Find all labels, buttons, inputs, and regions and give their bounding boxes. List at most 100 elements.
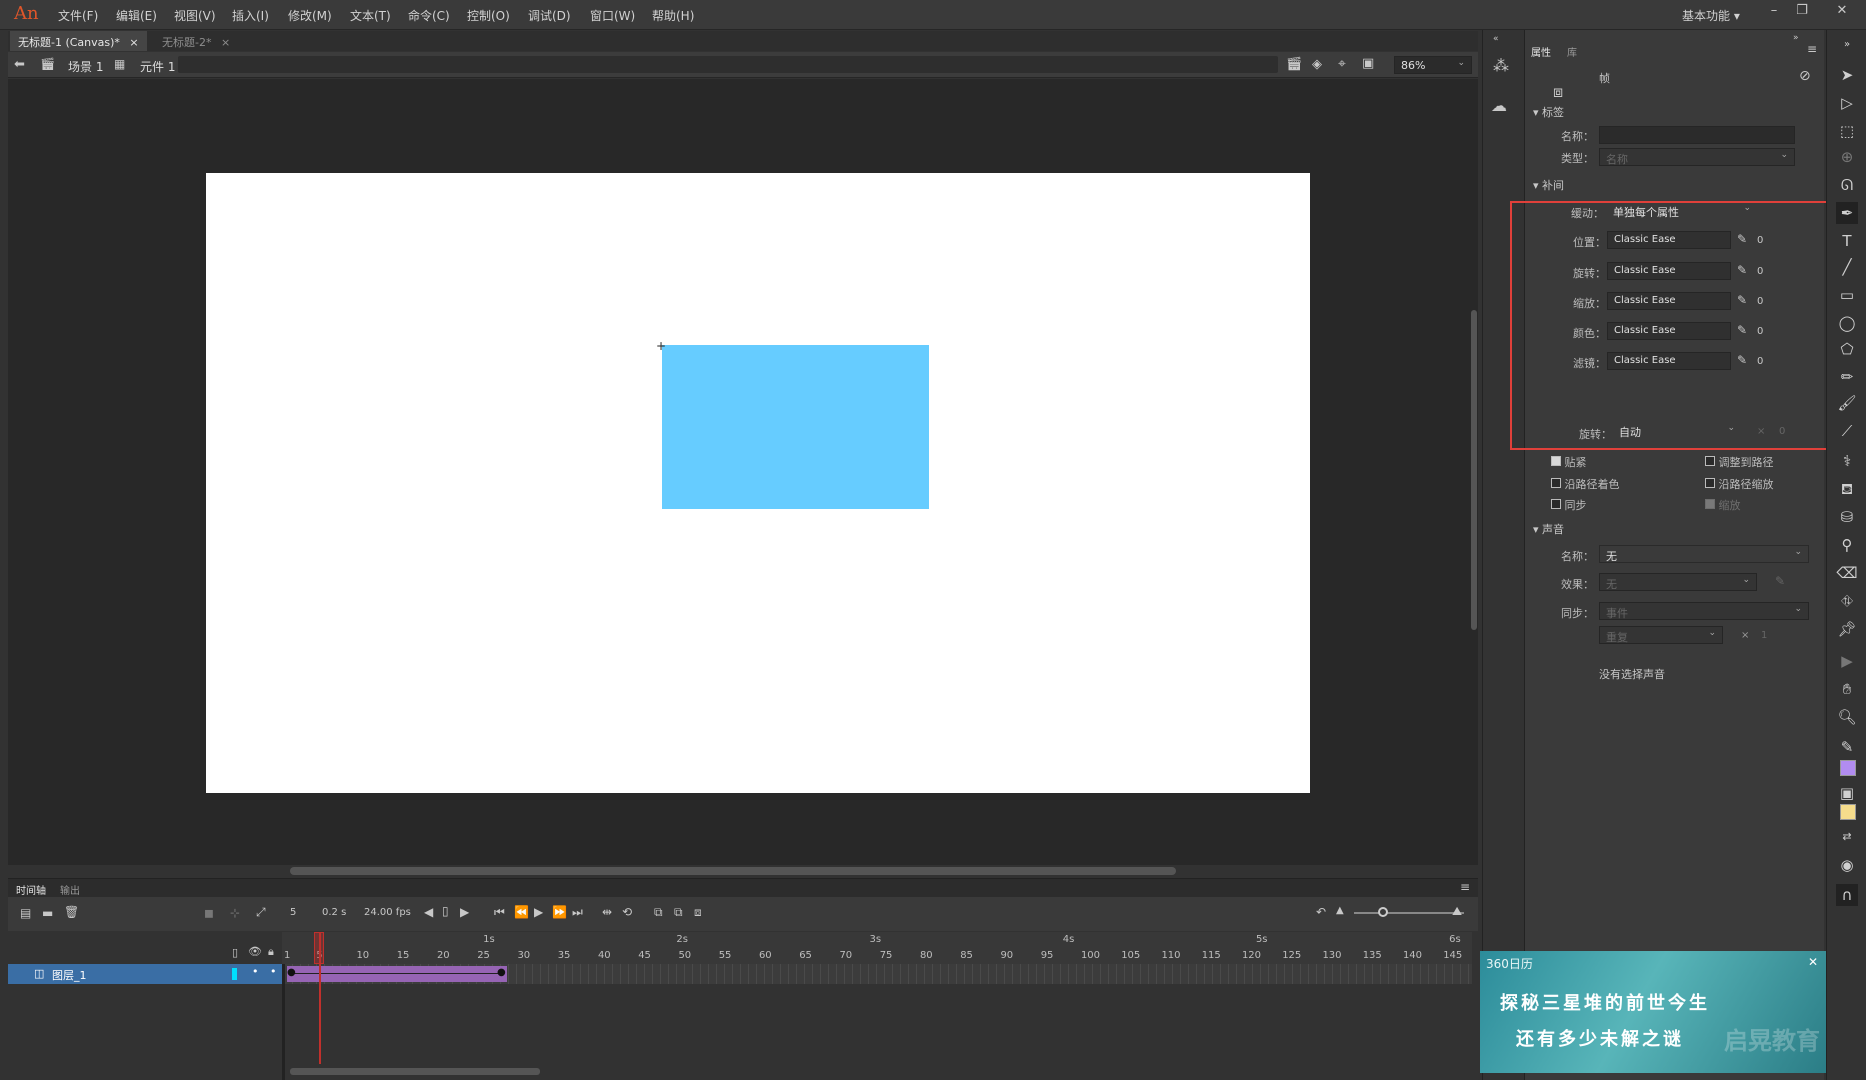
- paint-brush-tool-icon[interactable]: 🖌︎: [1836, 392, 1858, 414]
- width-tool-icon[interactable]: ⛗: [1836, 590, 1858, 612]
- tab-library[interactable]: 库: [1567, 44, 1577, 59]
- onion-skin-outline-icon[interactable]: ⧉: [654, 905, 663, 920]
- checkbox-orient-path[interactable]: 调整到路径: [1705, 454, 1774, 470]
- outline-header-icon[interactable]: ▯: [232, 946, 238, 959]
- prev-icon[interactable]: ◀: [424, 905, 433, 919]
- restore-icon[interactable]: ❐: [1790, 3, 1814, 23]
- back-arrow-icon[interactable]: ⬅: [14, 57, 25, 72]
- layer-lock-dot[interactable]: •: [270, 965, 277, 978]
- menu-help[interactable]: 帮助(H): [652, 7, 694, 24]
- help-icon[interactable]: ⊘: [1799, 68, 1811, 84]
- label-name-input[interactable]: [1599, 126, 1795, 144]
- ink-bottle-tool-icon[interactable]: ⛁: [1836, 506, 1858, 528]
- checkbox-snap-box[interactable]: [1551, 456, 1561, 466]
- pencil-tool-icon[interactable]: ✏: [1836, 366, 1858, 388]
- doc-tab-1-close-icon[interactable]: ×: [129, 36, 138, 49]
- vertical-scrollbar[interactable]: [1471, 310, 1477, 630]
- doc-tab-2[interactable]: 无标题-2* ×: [154, 31, 238, 51]
- frame-size-slider-thumb[interactable]: [1378, 907, 1388, 917]
- edit-scene-icon[interactable]: 🎬︎: [1286, 57, 1303, 72]
- modify-onion-markers-icon[interactable]: ⧈: [694, 905, 702, 920]
- oval-tool-icon[interactable]: ◯: [1836, 312, 1858, 334]
- eyedropper-tool-icon[interactable]: ⚲: [1836, 534, 1858, 556]
- layer-row[interactable]: ◫ 图层_1 • •: [8, 964, 282, 984]
- text-tool-icon[interactable]: T: [1836, 230, 1858, 252]
- selection-tool-icon[interactable]: ➤: [1836, 64, 1858, 86]
- menu-edit[interactable]: 编辑(E): [116, 7, 157, 24]
- zoom-out-frames-icon[interactable]: ▲: [1336, 905, 1344, 916]
- sound-effect-select[interactable]: 无 ⌄: [1599, 573, 1757, 591]
- scene-breadcrumb[interactable]: 场景 1: [68, 58, 103, 75]
- keyframe-start-dot[interactable]: ●: [287, 967, 296, 978]
- zoom-select[interactable]: 86% ⌄: [1394, 56, 1472, 74]
- layer-name[interactable]: 图层_1: [52, 967, 87, 983]
- current-frame[interactable]: 5: [290, 907, 296, 918]
- label-section-toggle[interactable]: ▾ 标签: [1533, 104, 1564, 120]
- menu-commands[interactable]: 命令(C): [408, 7, 450, 24]
- layer-visible-dot[interactable]: •: [252, 965, 259, 978]
- menu-control[interactable]: 控制(O): [467, 7, 510, 24]
- loop-icon[interactable]: ⟲: [622, 905, 632, 919]
- checkbox-scale-along-path[interactable]: 沿路径缩放: [1705, 476, 1774, 492]
- doc-tab-1[interactable]: 无标题-1 (Canvas)* ×: [10, 31, 147, 51]
- timeline-scrollbar[interactable]: [290, 1068, 540, 1075]
- camera-icon[interactable]: ◼: [204, 906, 214, 920]
- collapse-icon[interactable]: «: [1493, 34, 1499, 44]
- checkbox-orient-path-box[interactable]: [1705, 456, 1715, 466]
- tools-collapse-icon[interactable]: »: [1836, 34, 1858, 56]
- label-type-select[interactable]: 名称 ⌄: [1599, 148, 1795, 166]
- repeat-count[interactable]: 1: [1761, 630, 1767, 641]
- ad-close-icon[interactable]: ✕: [1808, 955, 1818, 969]
- symbol-breadcrumb[interactable]: 元件 1: [140, 58, 175, 75]
- checkbox-scale[interactable]: 缩放: [1705, 497, 1741, 513]
- bone-tool-icon[interactable]: ⚕: [1836, 450, 1858, 472]
- last-frame-icon[interactable]: ⏭: [572, 905, 583, 920]
- line-tool-icon[interactable]: ╱: [1836, 256, 1858, 278]
- cc-libraries-icon[interactable]: ☁: [1491, 96, 1507, 115]
- blue-rectangle-shape[interactable]: [662, 345, 929, 509]
- eraser-tool-icon[interactable]: ⌫: [1836, 562, 1858, 584]
- onion-skin-icon[interactable]: ▯: [442, 904, 449, 918]
- brush-tool-icon[interactable]: ⟋: [1836, 420, 1858, 442]
- clip-content-icon[interactable]: ▣: [1362, 56, 1374, 71]
- tab-timeline[interactable]: 时间轴: [16, 882, 46, 897]
- delete-layer-icon[interactable]: 🗑︎: [64, 905, 79, 919]
- eye-icon[interactable]: 👁︎: [248, 945, 262, 958]
- free-transform-tool-icon[interactable]: ⬚: [1836, 120, 1858, 142]
- snap-magnet-icon[interactable]: ∩: [1836, 884, 1858, 906]
- stroke-color-swatch[interactable]: [1840, 804, 1856, 820]
- frame-size-slider[interactable]: [1354, 912, 1464, 914]
- menu-modify[interactable]: 修改(M): [288, 7, 332, 24]
- layer-parenting-icon[interactable]: ⊹: [230, 906, 240, 920]
- tab-output[interactable]: 输出: [60, 882, 80, 897]
- stroke-color-icon[interactable]: ✎: [1836, 736, 1858, 758]
- close-icon[interactable]: ✕: [1830, 3, 1854, 23]
- swap-colors-icon[interactable]: ⇄: [1836, 826, 1858, 848]
- play-icon[interactable]: ▶: [534, 905, 543, 919]
- frame-rate[interactable]: 24.00 fps: [364, 907, 411, 918]
- subselection-tool-icon[interactable]: ▷: [1836, 92, 1858, 114]
- zoom-in-frames-icon[interactable]: ⛰: [1452, 904, 1462, 919]
- panel-collapse-icon[interactable]: »: [1793, 33, 1799, 43]
- fill-color-swatch[interactable]: [1840, 760, 1856, 776]
- checkbox-color-along-path[interactable]: 沿路径着色: [1551, 476, 1620, 492]
- menu-insert[interactable]: 插入(I): [232, 7, 269, 24]
- workspace-switcher[interactable]: 基本功能 ▾: [1682, 7, 1740, 24]
- layer-color-swatch[interactable]: [232, 968, 237, 980]
- checkbox-sync[interactable]: 同步: [1551, 497, 1587, 513]
- tab-properties[interactable]: 属性: [1531, 44, 1551, 59]
- edit-symbol-icon[interactable]: ◈: [1312, 57, 1322, 72]
- elapsed-time[interactable]: 0.2 s: [322, 907, 346, 918]
- keyframe-end-dot[interactable]: ●: [497, 967, 506, 978]
- edit-envelope-icon[interactable]: ✎: [1775, 574, 1785, 588]
- pen-tool-icon[interactable]: ✒: [1836, 202, 1858, 224]
- next-icon[interactable]: ▶: [460, 905, 469, 919]
- menu-text[interactable]: 文本(T): [350, 7, 391, 24]
- sound-name-select[interactable]: 无 ⌄: [1599, 545, 1809, 563]
- ad-popup[interactable]: 360日历 ✕ 探秘三星堆的前世今生 还有多少未解之谜 启晃教育: [1480, 951, 1826, 1073]
- rectangle-tool-icon[interactable]: ▭: [1836, 284, 1858, 306]
- checkbox-sync-box[interactable]: [1551, 499, 1561, 509]
- menu-debug[interactable]: 调试(D): [528, 7, 571, 24]
- graph-icon[interactable]: ⤢: [256, 905, 266, 920]
- object-drawing-icon[interactable]: ◉: [1836, 854, 1858, 876]
